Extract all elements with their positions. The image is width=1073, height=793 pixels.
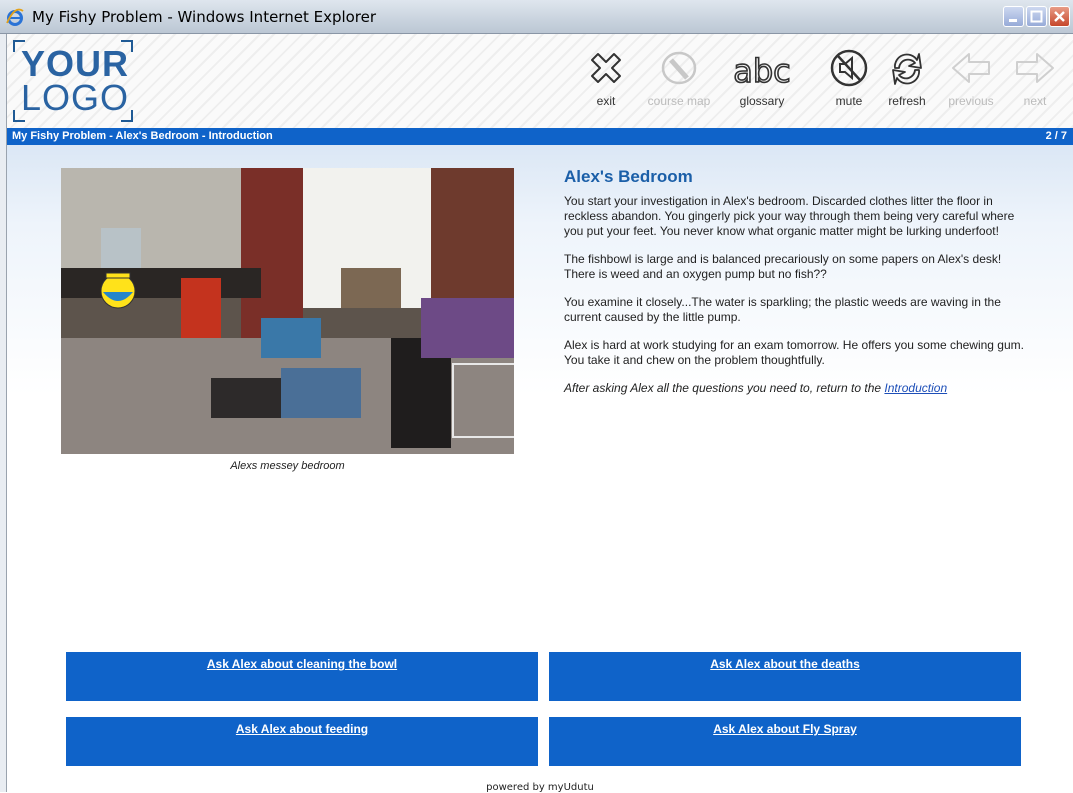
- mute-icon: [830, 49, 868, 87]
- image-caption: Alexs messey bedroom: [230, 460, 345, 472]
- arrow-left-icon: [952, 53, 990, 83]
- previous-button[interactable]: previous: [939, 48, 1003, 118]
- next-button[interactable]: next: [1003, 48, 1067, 118]
- breadcrumb-bar: My Fishy Problem - Alex's Bedroom - Intr…: [7, 128, 1073, 145]
- paragraph: Alex is hard at work studying for an exa…: [564, 338, 1024, 367]
- svg-text:abc: abc: [733, 52, 791, 90]
- bedroom-photo: [61, 168, 514, 454]
- glossary-button[interactable]: abc glossary: [730, 48, 794, 118]
- close-icon: [1054, 11, 1065, 22]
- page-title: Alex's Bedroom: [564, 167, 693, 186]
- glossary-label: glossary: [739, 94, 785, 108]
- return-note: After asking Alex all the questions you …: [564, 381, 1030, 396]
- refresh-button[interactable]: refresh: [875, 48, 939, 118]
- exit-label: exit: [596, 94, 616, 108]
- question-deaths-button[interactable]: Ask Alex about the deaths: [549, 652, 1021, 701]
- next-label: next: [1023, 94, 1047, 108]
- return-note-text: After asking Alex all the questions you …: [564, 381, 885, 395]
- logo-line-2: LOGO: [21, 77, 130, 118]
- maximize-icon: [1030, 10, 1043, 23]
- minimize-button[interactable]: [1003, 6, 1024, 27]
- refresh-icon: [892, 53, 922, 85]
- question-cleaning-button[interactable]: Ask Alex about cleaning the bowl: [66, 652, 538, 701]
- close-button[interactable]: [1049, 6, 1070, 27]
- course-map-button[interactable]: course map: [647, 48, 711, 118]
- window-title: My Fishy Problem - Windows Internet Expl…: [32, 8, 377, 26]
- page-indicator: 2 / 7: [1045, 130, 1067, 142]
- breadcrumb: My Fishy Problem - Alex's Bedroom - Intr…: [12, 130, 273, 142]
- mute-label: mute: [835, 94, 863, 108]
- course-map-label: course map: [647, 94, 711, 108]
- ie-icon: [6, 8, 24, 26]
- question-fly-spray-button[interactable]: Ask Alex about Fly Spray: [549, 717, 1021, 766]
- window-left-border: [0, 34, 7, 792]
- exit-button[interactable]: exit: [574, 48, 638, 118]
- paragraph: The fishbowl is large and is balanced pr…: [564, 252, 1002, 281]
- logo: YOUR LOGO: [13, 40, 133, 122]
- glossary-icon: abc: [733, 51, 791, 91]
- paragraph: You examine it closely...The water is sp…: [564, 295, 1001, 324]
- arrow-right-icon: [1016, 53, 1054, 83]
- window-title-bar[interactable]: My Fishy Problem - Windows Internet Expl…: [0, 0, 1073, 34]
- paragraph: You start your investigation in Alex's b…: [564, 194, 1015, 238]
- page-content: Alexs messey bedroom Alex's Bedroom You …: [7, 145, 1073, 793]
- course-header: YOUR LOGO exit course map abc glossary m…: [7, 34, 1073, 128]
- refresh-label: refresh: [888, 94, 926, 108]
- mute-button[interactable]: mute: [817, 48, 881, 118]
- minimize-icon: [1009, 19, 1017, 22]
- powered-by: powered by myUdutu: [486, 782, 594, 793]
- description-panel: Alex's Bedroom You start your investigat…: [564, 167, 1030, 409]
- course-player: YOUR LOGO exit course map abc glossary m…: [7, 34, 1073, 793]
- question-feeding-button[interactable]: Ask Alex about feeding: [66, 717, 538, 766]
- maximize-button[interactable]: [1026, 6, 1047, 27]
- exit-icon: [591, 53, 621, 83]
- introduction-link[interactable]: Introduction: [884, 381, 947, 395]
- course-map-icon: [661, 51, 697, 85]
- previous-label: previous: [948, 94, 994, 108]
